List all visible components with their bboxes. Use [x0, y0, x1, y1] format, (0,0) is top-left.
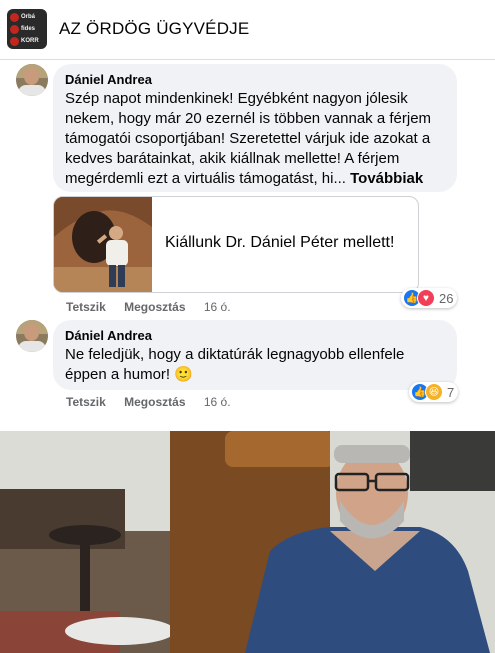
share-action[interactable]: Megosztás: [124, 395, 185, 409]
love-icon: ♥: [417, 289, 435, 307]
reaction-count: 26: [439, 290, 454, 306]
see-more-link[interactable]: Továbbiak: [350, 170, 423, 187]
like-action[interactable]: Tetszik: [66, 395, 106, 409]
comment-time[interactable]: 16 ó.: [204, 395, 231, 409]
comment-time[interactable]: 16 ó.: [204, 300, 231, 314]
comment-actions: Tetszik Megosztás 16 ó.: [66, 395, 246, 409]
share-action[interactable]: Megosztás: [124, 300, 185, 314]
thumb-text: Orbá: [21, 14, 36, 20]
thumb-dot: [10, 13, 19, 22]
reaction-summary[interactable]: 👍 ♥ 26: [401, 288, 458, 308]
group-title[interactable]: AZ ÖRDÖG ÜGYVÉDJE: [59, 19, 249, 39]
group-thumbnail[interactable]: Orbá fides KORR: [7, 9, 47, 49]
comment-author[interactable]: Dániel Andrea: [65, 72, 445, 87]
comment-actions: Tetszik Megosztás 16 ó.: [66, 300, 246, 314]
avatar[interactable]: [16, 320, 48, 352]
link-preview-card[interactable]: Kiállunk Dr. Dániel Péter mellett!: [53, 196, 419, 293]
comment-text: Ne feledjük, hogy a diktatúrák legnagyob…: [65, 346, 405, 383]
group-header: Orbá fides KORR AZ ÖRDÖG ÜGYVÉDJE: [0, 0, 495, 60]
haha-icon: 😆: [425, 383, 443, 401]
comment-bubble: Dániel Andrea Ne feledjük, hogy a diktat…: [53, 320, 457, 390]
comment-bubble: Dániel Andrea Szép napot mindenkinek! Eg…: [53, 64, 457, 192]
attached-photo: [0, 431, 495, 653]
comment-text: Szép napot mindenkinek! Egyébként nagyon…: [65, 90, 432, 187]
thumb-dot: [10, 25, 19, 34]
thumb-text: KORR: [21, 38, 39, 44]
comment-author[interactable]: Dániel Andrea: [65, 328, 445, 343]
link-preview-image: [54, 197, 152, 292]
like-action[interactable]: Tetszik: [66, 300, 106, 314]
reaction-count: 7: [447, 384, 455, 400]
thumb-dot: [10, 37, 19, 46]
thumb-text: fides: [21, 26, 36, 32]
avatar[interactable]: [16, 64, 48, 96]
link-preview-title[interactable]: Kiállunk Dr. Dániel Péter mellett!: [165, 234, 394, 252]
reaction-summary[interactable]: 👍 😆 7: [409, 382, 459, 402]
